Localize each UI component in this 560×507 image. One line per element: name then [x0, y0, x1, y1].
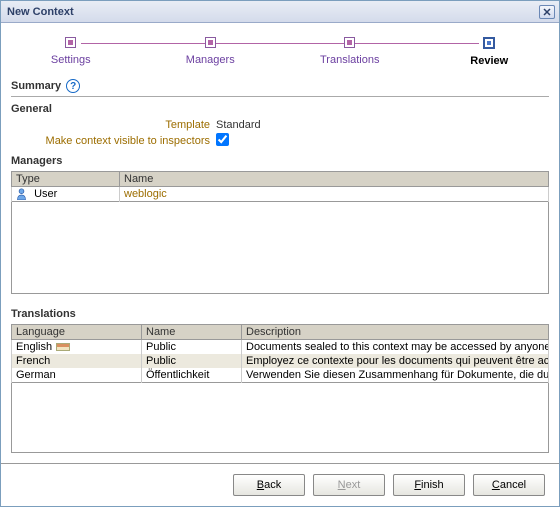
general-heading: General [11, 103, 549, 115]
table-row[interactable]: French Public Employez ce contexte pour … [12, 354, 549, 368]
new-context-dialog: New Context Settings Managers Translatio… [0, 0, 560, 507]
managers-heading: Managers [11, 155, 549, 167]
wizard-steps: Settings Managers Translations Review [1, 23, 559, 73]
managers-col-name[interactable]: Name [120, 172, 549, 187]
translation-description: Employez ce contexte pour les documents … [242, 354, 549, 368]
step-label: Managers [186, 54, 235, 66]
content-area: Summary ? General Template Standard Make… [1, 73, 559, 463]
step-box-icon [344, 37, 355, 48]
translations-heading: Translations [11, 308, 549, 320]
translations-col-description[interactable]: Description [242, 325, 549, 340]
template-label: Template [11, 119, 216, 131]
summary-header: Summary ? [11, 79, 549, 97]
step-box-icon [65, 37, 76, 48]
summary-label: Summary [11, 80, 61, 92]
close-icon[interactable] [539, 5, 555, 19]
cancel-button[interactable]: Cancel [473, 474, 545, 496]
step-label: Review [470, 55, 508, 67]
table-row[interactable]: English Public Documents sealed to this … [12, 340, 549, 355]
step-settings[interactable]: Settings [1, 37, 141, 73]
user-icon [16, 188, 27, 200]
manager-name: weblogic [124, 188, 167, 200]
step-label: Translations [320, 54, 380, 66]
flag-icon [56, 343, 70, 351]
translation-name: Öffentlichkeit [142, 368, 242, 383]
step-label: Settings [51, 54, 91, 66]
translations-col-name[interactable]: Name [142, 325, 242, 340]
translation-name: Public [142, 340, 242, 355]
translations-col-language[interactable]: Language [12, 325, 142, 340]
step-managers[interactable]: Managers [141, 37, 281, 73]
titlebar: New Context [1, 1, 559, 23]
managers-table-body [11, 202, 549, 294]
step-box-icon [483, 37, 495, 49]
visible-row: Make context visible to inspectors [11, 133, 549, 149]
visible-checkbox[interactable] [216, 133, 229, 146]
managers-table: Type Name User weblogic [11, 171, 549, 202]
translations-table: Language Name Description English Public… [11, 324, 549, 383]
table-row[interactable]: User weblogic [12, 187, 549, 202]
table-row[interactable]: German Öffentlichkeit Verwenden Sie dies… [12, 368, 549, 383]
translations-table-body [11, 383, 549, 453]
template-row: Template Standard [11, 119, 549, 131]
step-translations[interactable]: Translations [280, 37, 420, 73]
next-button: Next [313, 474, 385, 496]
visible-label: Make context visible to inspectors [11, 135, 216, 147]
managers-col-type[interactable]: Type [12, 172, 120, 187]
translation-language: English [16, 341, 52, 353]
dialog-title: New Context [7, 6, 539, 18]
back-button[interactable]: Back [233, 474, 305, 496]
template-value: Standard [216, 119, 261, 131]
step-box-icon [205, 37, 216, 48]
help-icon[interactable]: ? [66, 79, 80, 93]
translation-description: Verwenden Sie diesen Zusammenhang für Do… [242, 368, 549, 383]
button-bar: Back Next Finish Cancel [1, 463, 559, 506]
translation-description: Documents sealed to this context may be … [242, 340, 549, 355]
translation-name: Public [142, 354, 242, 368]
translation-language: French [12, 354, 142, 368]
step-review[interactable]: Review [420, 37, 560, 73]
manager-type: User [34, 188, 57, 200]
translation-language: German [12, 368, 142, 383]
finish-button[interactable]: Finish [393, 474, 465, 496]
